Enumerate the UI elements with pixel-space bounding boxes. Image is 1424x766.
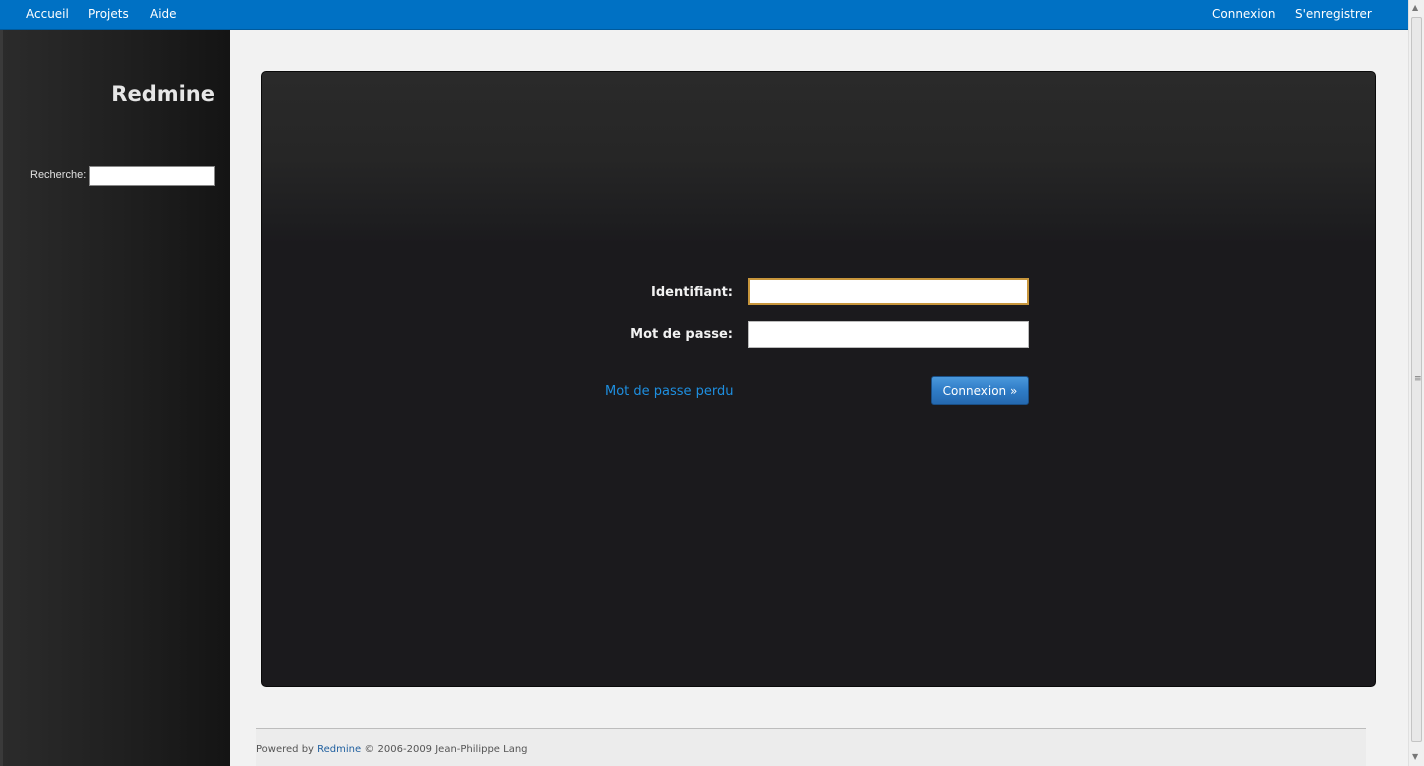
password-label: Mot de passe:	[630, 327, 733, 342]
password-input[interactable]	[748, 321, 1029, 348]
search-input[interactable]	[89, 166, 215, 186]
menu-link-register[interactable]: S'enregistrer	[1295, 7, 1372, 21]
footer: Powered by Redmine © 2006-2009 Jean-Phil…	[256, 744, 528, 755]
grip-icon: ≡	[1414, 374, 1422, 384]
login-button[interactable]: Connexion »	[931, 376, 1029, 405]
chevron-down-icon[interactable]: ▼	[1412, 752, 1418, 761]
menu-link-projects[interactable]: Projets	[88, 7, 129, 21]
vertical-scrollbar[interactable]: ▲ ≡ ▼	[1408, 0, 1424, 766]
chevron-up-icon[interactable]: ▲	[1412, 3, 1418, 12]
top-menu: Accueil Projets Aide Connexion S'enregis…	[0, 0, 1408, 30]
sidebar: Redmine Recherche:	[0, 30, 230, 766]
site-title[interactable]: Redmine	[111, 82, 215, 106]
footer-copyright: © 2006-2009 Jean-Philippe Lang	[364, 744, 528, 755]
search-label: Recherche:	[30, 169, 87, 181]
footer-powered-by: Powered by	[256, 744, 314, 755]
scroll-thumb[interactable]: ≡	[1411, 17, 1422, 742]
username-label: Identifiant:	[651, 285, 733, 300]
footer-redmine-link[interactable]: Redmine	[317, 744, 361, 755]
login-panel: Identifiant: Mot de passe: Mot de passe …	[261, 71, 1376, 687]
lost-password-link[interactable]: Mot de passe perdu	[605, 384, 734, 399]
menu-link-help[interactable]: Aide	[150, 7, 177, 21]
username-input[interactable]	[748, 278, 1029, 305]
menu-link-login[interactable]: Connexion	[1212, 7, 1276, 21]
menu-link-home[interactable]: Accueil	[26, 7, 69, 21]
